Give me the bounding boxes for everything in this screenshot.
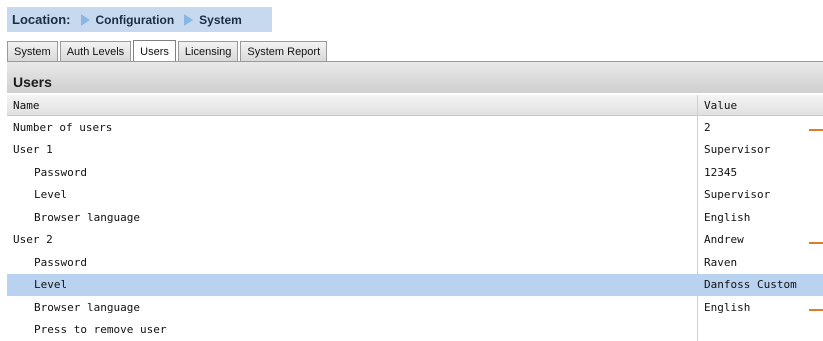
tab-auth-levels[interactable]: Auth Levels <box>60 41 131 61</box>
row-name: User 2 <box>7 229 697 252</box>
breadcrumb-system[interactable]: System <box>199 13 242 27</box>
table-row[interactable]: Level Supervisor <box>7 184 823 207</box>
breadcrumb-arrow-icon <box>81 14 90 26</box>
tab-licensing[interactable]: Licensing <box>178 41 238 61</box>
row-value[interactable]: Raven <box>697 251 823 274</box>
table-row[interactable]: Password 12345 <box>7 161 823 184</box>
row-value[interactable]: English <box>697 296 823 319</box>
row-value[interactable]: 2 <box>697 116 823 139</box>
row-value[interactable]: Andrew <box>697 229 823 252</box>
row-value[interactable]: Danfoss Custom <box>697 274 823 297</box>
table-row[interactable]: Number of users 2 <box>7 116 823 139</box>
row-name: Number of users <box>7 116 697 139</box>
panel-title: Users <box>13 74 52 90</box>
table-row[interactable]: Browser language English <box>7 206 823 229</box>
tab-system-report[interactable]: System Report <box>240 41 327 61</box>
tab-users[interactable]: Users <box>133 40 176 62</box>
row-name: Password <box>7 251 697 274</box>
row-name: User 1 <box>7 139 697 162</box>
row-value-text: English <box>704 301 750 314</box>
row-name: Browser language <box>7 206 697 229</box>
users-grid: Name Value Number of users 2 User 1 Supe… <box>7 95 823 341</box>
row-value[interactable]: Supervisor <box>697 184 823 207</box>
table-row[interactable]: Browser language English <box>7 296 823 319</box>
column-header-value[interactable]: Value <box>697 95 823 115</box>
column-header-name[interactable]: Name <box>7 95 697 115</box>
row-value[interactable]: English <box>697 206 823 229</box>
row-value-text: Andrew <box>704 233 744 246</box>
breadcrumb: Location: Configuration System <box>7 7 272 32</box>
table-row[interactable]: User 2 Andrew <box>7 229 823 252</box>
tab-bar: System Auth Levels Users Licensing Syste… <box>7 40 329 61</box>
change-marker-icon <box>809 309 823 311</box>
panel-header: Users <box>7 61 823 93</box>
row-name: Browser language <box>7 296 697 319</box>
grid-header-row: Name Value <box>7 95 823 116</box>
change-marker-icon <box>809 129 823 131</box>
row-value[interactable]: 12345 <box>697 161 823 184</box>
row-value-text: 2 <box>704 121 711 134</box>
breadcrumb-configuration[interactable]: Configuration <box>96 13 175 27</box>
breadcrumb-arrow-icon <box>184 14 193 26</box>
row-name: Level <box>7 184 697 207</box>
row-value[interactable]: Supervisor <box>697 139 823 162</box>
change-marker-icon <box>809 242 823 244</box>
row-name: Password <box>7 161 697 184</box>
location-label: Location: <box>12 12 71 27</box>
tab-system[interactable]: System <box>7 41 58 61</box>
table-row[interactable]: User 1 Supervisor <box>7 139 823 162</box>
table-row-selected[interactable]: Level Danfoss Custom <box>7 274 823 297</box>
row-name: Level <box>7 274 697 297</box>
table-row[interactable]: Password Raven <box>7 251 823 274</box>
